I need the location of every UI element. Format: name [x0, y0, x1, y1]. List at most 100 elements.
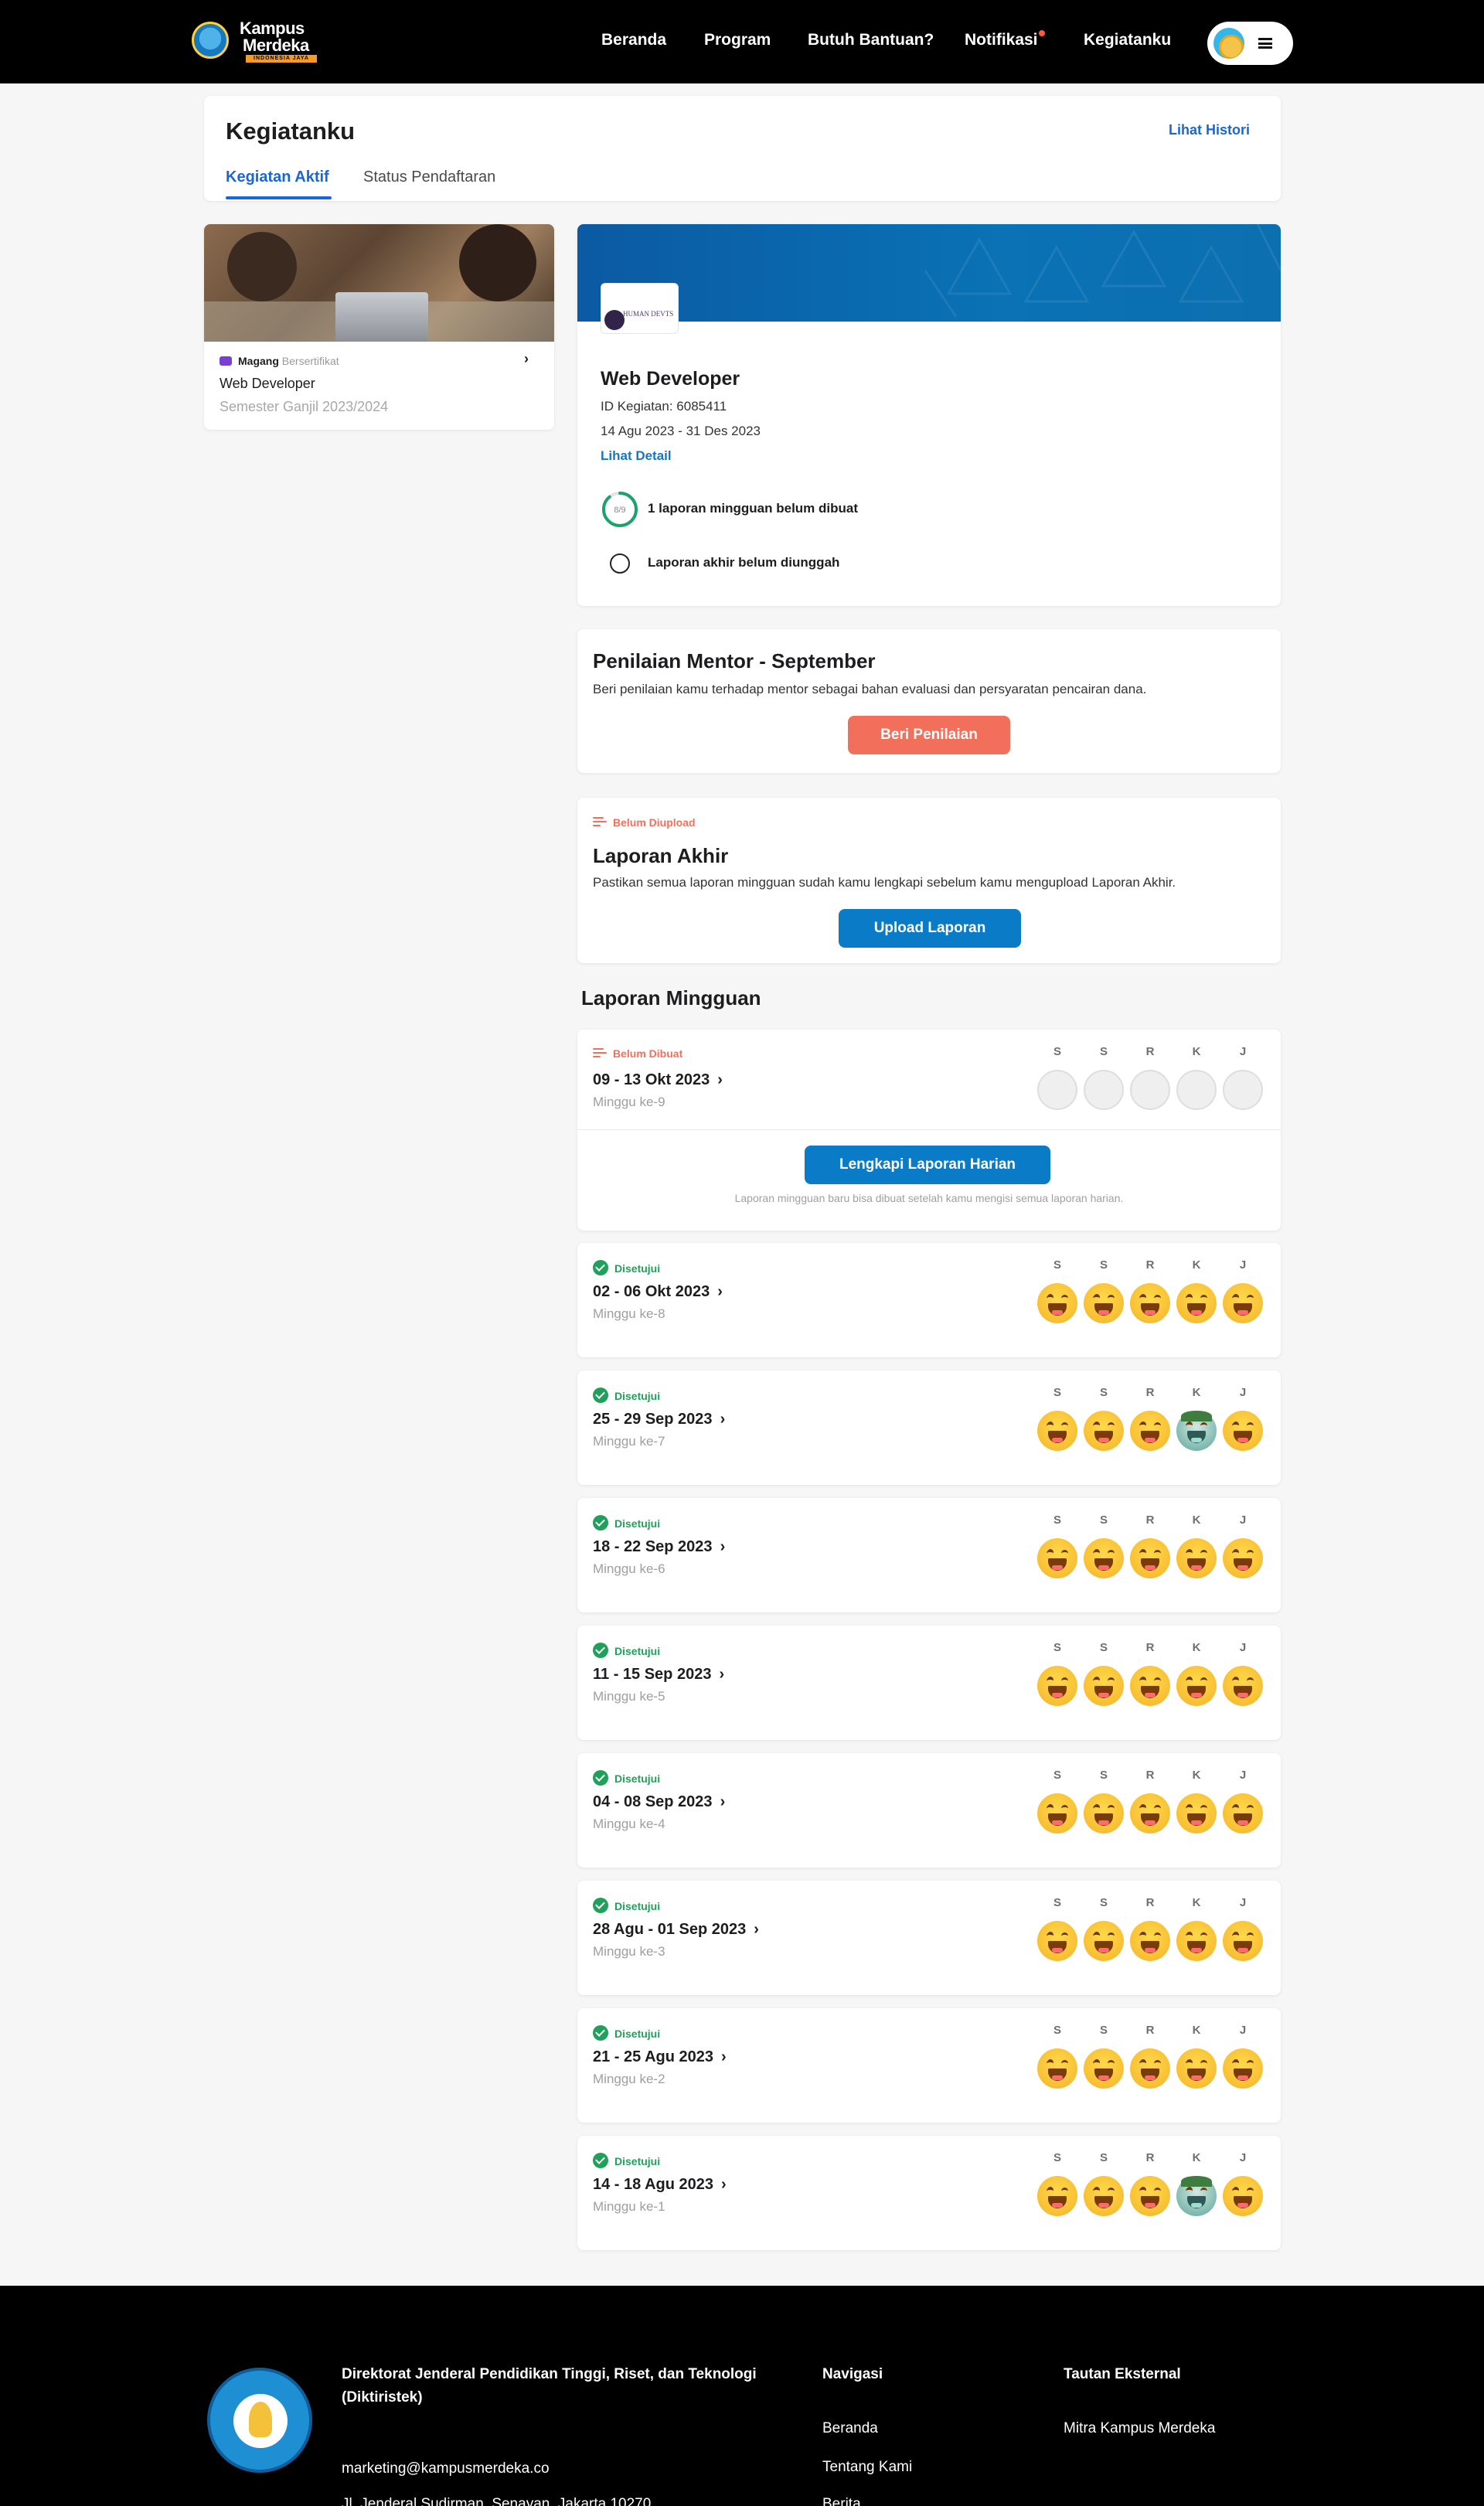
empty-day-circle[interactable]	[1223, 1070, 1263, 1110]
footer-link-tentang-kami[interactable]: Tentang Kami	[822, 2459, 912, 2476]
happy-mood-emoji-icon[interactable]	[1223, 1411, 1263, 1451]
happy-mood-emoji-icon[interactable]	[1130, 1921, 1170, 1961]
happy-mood-emoji-icon[interactable]	[1223, 1793, 1263, 1834]
week-range-link[interactable]: 04 - 08 Sep 2023 ›	[593, 1793, 725, 1811]
empty-day-circle[interactable]	[1130, 1070, 1170, 1110]
empty-day-circle[interactable]	[1084, 1070, 1124, 1110]
happy-mood-emoji-icon[interactable]	[1037, 1921, 1077, 1961]
happy-mood-emoji-icon[interactable]	[1130, 2176, 1170, 2216]
happy-mood-emoji-icon[interactable]	[1130, 1666, 1170, 1706]
happy-mood-emoji-icon[interactable]	[1130, 2048, 1170, 2089]
happy-mood-emoji-icon[interactable]	[1223, 2048, 1263, 2089]
kampus-merdeka-logo[interactable]: Kampus Merdeka INDONESIA JAYA	[192, 20, 322, 63]
happy-mood-emoji-icon[interactable]	[1084, 1538, 1124, 1578]
happy-mood-emoji-icon[interactable]	[1084, 1283, 1124, 1323]
happy-mood-emoji-icon[interactable]	[1084, 1793, 1124, 1834]
happy-mood-emoji-icon[interactable]	[1176, 2048, 1217, 2089]
mentor-title: Penilaian Mentor - September	[593, 649, 876, 672]
happy-mood-emoji-icon[interactable]	[1084, 2048, 1124, 2089]
happy-mood-emoji-icon[interactable]	[1037, 2176, 1077, 2216]
footer-link-mitra[interactable]: Mitra Kampus Merdeka	[1064, 2420, 1215, 2437]
chevron-right-icon: ›	[717, 1071, 723, 1088]
sick-mood-emoji-icon[interactable]	[1176, 2176, 1217, 2216]
empty-day-circle[interactable]	[1037, 1070, 1077, 1110]
happy-mood-emoji-icon[interactable]	[1037, 1793, 1077, 1834]
happy-mood-emoji-icon[interactable]	[1130, 1793, 1170, 1834]
happy-mood-emoji-icon[interactable]	[1037, 1538, 1077, 1578]
footer-link-berita[interactable]: Berita	[822, 2496, 861, 2506]
nav-program[interactable]: Program	[704, 31, 771, 49]
nav-kegiatanku[interactable]: Kegiatanku	[1084, 31, 1171, 49]
day-letter: S	[1053, 1386, 1061, 1399]
footer-email[interactable]: marketing@kampusmerdeka.co	[342, 2460, 550, 2477]
week-range-link[interactable]: 09 - 13 Okt 2023 ›	[593, 1071, 723, 1089]
day-letter: S	[1099, 1258, 1108, 1272]
day-letter: J	[1239, 2151, 1247, 2164]
weekly-progress-ring: 8/9	[602, 492, 638, 527]
happy-mood-emoji-icon[interactable]	[1223, 1283, 1263, 1323]
happy-mood-emoji-icon[interactable]	[1130, 1283, 1170, 1323]
day-letter: S	[1053, 1513, 1061, 1527]
happy-mood-emoji-icon[interactable]	[1176, 1666, 1217, 1706]
day-letter: K	[1192, 1258, 1201, 1272]
tab-kegiatan-aktif[interactable]: Kegiatan Aktif	[226, 169, 329, 186]
final-report-status-badge: Belum Diupload	[593, 816, 696, 829]
day-letter: R	[1145, 1641, 1155, 1654]
week-range-link[interactable]: 14 - 18 Agu 2023 ›	[593, 2176, 727, 2194]
chevron-right-icon[interactable]: ›	[524, 351, 529, 367]
footer: Direktorat Jenderal Pendidikan Tinggi, R…	[0, 2286, 1484, 2506]
final-report-status: Laporan akhir belum diunggah	[648, 555, 840, 570]
day-letter: S	[1053, 1769, 1061, 1782]
happy-mood-emoji-icon[interactable]	[1223, 1921, 1263, 1961]
week-number: Minggu ke-3	[593, 1944, 665, 1959]
week-number: Minggu ke-6	[593, 1561, 665, 1576]
chevron-right-icon: ›	[720, 1793, 726, 1810]
weekly-report-status: 1 laporan mingguan belum dibuat	[648, 501, 859, 516]
week-range-link[interactable]: 18 - 22 Sep 2023 ›	[593, 1538, 725, 1556]
sick-mood-emoji-icon[interactable]	[1176, 1411, 1217, 1451]
document-lines-icon	[593, 817, 607, 828]
empty-day-circle[interactable]	[1176, 1070, 1217, 1110]
complete-daily-report-button[interactable]: Lengkapi Laporan Harian	[805, 1146, 1050, 1184]
happy-mood-emoji-icon[interactable]	[1130, 1538, 1170, 1578]
rate-mentor-button[interactable]: Beri Penilaian	[848, 716, 1010, 754]
nav-beranda[interactable]: Beranda	[601, 31, 666, 49]
logo-text-line1: Kampus	[240, 19, 305, 38]
happy-mood-emoji-icon[interactable]	[1084, 1411, 1124, 1451]
happy-mood-emoji-icon[interactable]	[1223, 2176, 1263, 2216]
week-range-link[interactable]: 21 - 25 Agu 2023 ›	[593, 2048, 727, 2066]
day-letter: R	[1145, 1386, 1155, 1399]
week-range-link[interactable]: 25 - 29 Sep 2023 ›	[593, 1411, 725, 1428]
tab-status-pendaftaran[interactable]: Status Pendaftaran	[363, 169, 495, 186]
happy-mood-emoji-icon[interactable]	[1176, 1921, 1217, 1961]
week-range-link[interactable]: 11 - 15 Sep 2023 ›	[593, 1666, 724, 1684]
happy-mood-emoji-icon[interactable]	[1176, 1538, 1217, 1578]
detail-link[interactable]: Lihat Detail	[601, 448, 672, 464]
happy-mood-emoji-icon[interactable]	[1223, 1666, 1263, 1706]
happy-mood-emoji-icon[interactable]	[1176, 1793, 1217, 1834]
happy-mood-emoji-icon[interactable]	[1084, 1666, 1124, 1706]
day-letter: R	[1145, 1513, 1155, 1527]
history-link[interactable]: Lihat Histori	[1169, 122, 1250, 138]
upload-report-button[interactable]: Upload Laporan	[839, 909, 1021, 948]
week-range-link[interactable]: 02 - 06 Okt 2023 ›	[593, 1283, 723, 1301]
happy-mood-emoji-icon[interactable]	[1037, 1283, 1077, 1323]
happy-mood-emoji-icon[interactable]	[1084, 1921, 1124, 1961]
happy-mood-emoji-icon[interactable]	[1037, 1411, 1077, 1451]
check-circle-icon	[593, 1260, 608, 1275]
happy-mood-emoji-icon[interactable]	[1084, 2176, 1124, 2216]
day-letter: J	[1239, 1769, 1247, 1782]
nav-notifikasi[interactable]: Notifikasi	[965, 31, 1038, 49]
activity-semester: Semester Ganjil 2023/2024	[220, 399, 389, 414]
happy-mood-emoji-icon[interactable]	[1223, 1538, 1263, 1578]
footer-link-beranda[interactable]: Beranda	[822, 2420, 878, 2437]
week-range-link[interactable]: 28 Agu - 01 Sep 2023 ›	[593, 1921, 759, 1939]
profile-menu-button[interactable]	[1207, 22, 1293, 65]
happy-mood-emoji-icon[interactable]	[1176, 1283, 1217, 1323]
happy-mood-emoji-icon[interactable]	[1037, 1666, 1077, 1706]
happy-mood-emoji-icon[interactable]	[1037, 2048, 1077, 2089]
nav-butuh-bantuan[interactable]: Butuh Bantuan?	[808, 31, 934, 49]
day-letter: S	[1053, 1896, 1061, 1909]
check-circle-icon	[593, 2153, 608, 2168]
happy-mood-emoji-icon[interactable]	[1130, 1411, 1170, 1451]
